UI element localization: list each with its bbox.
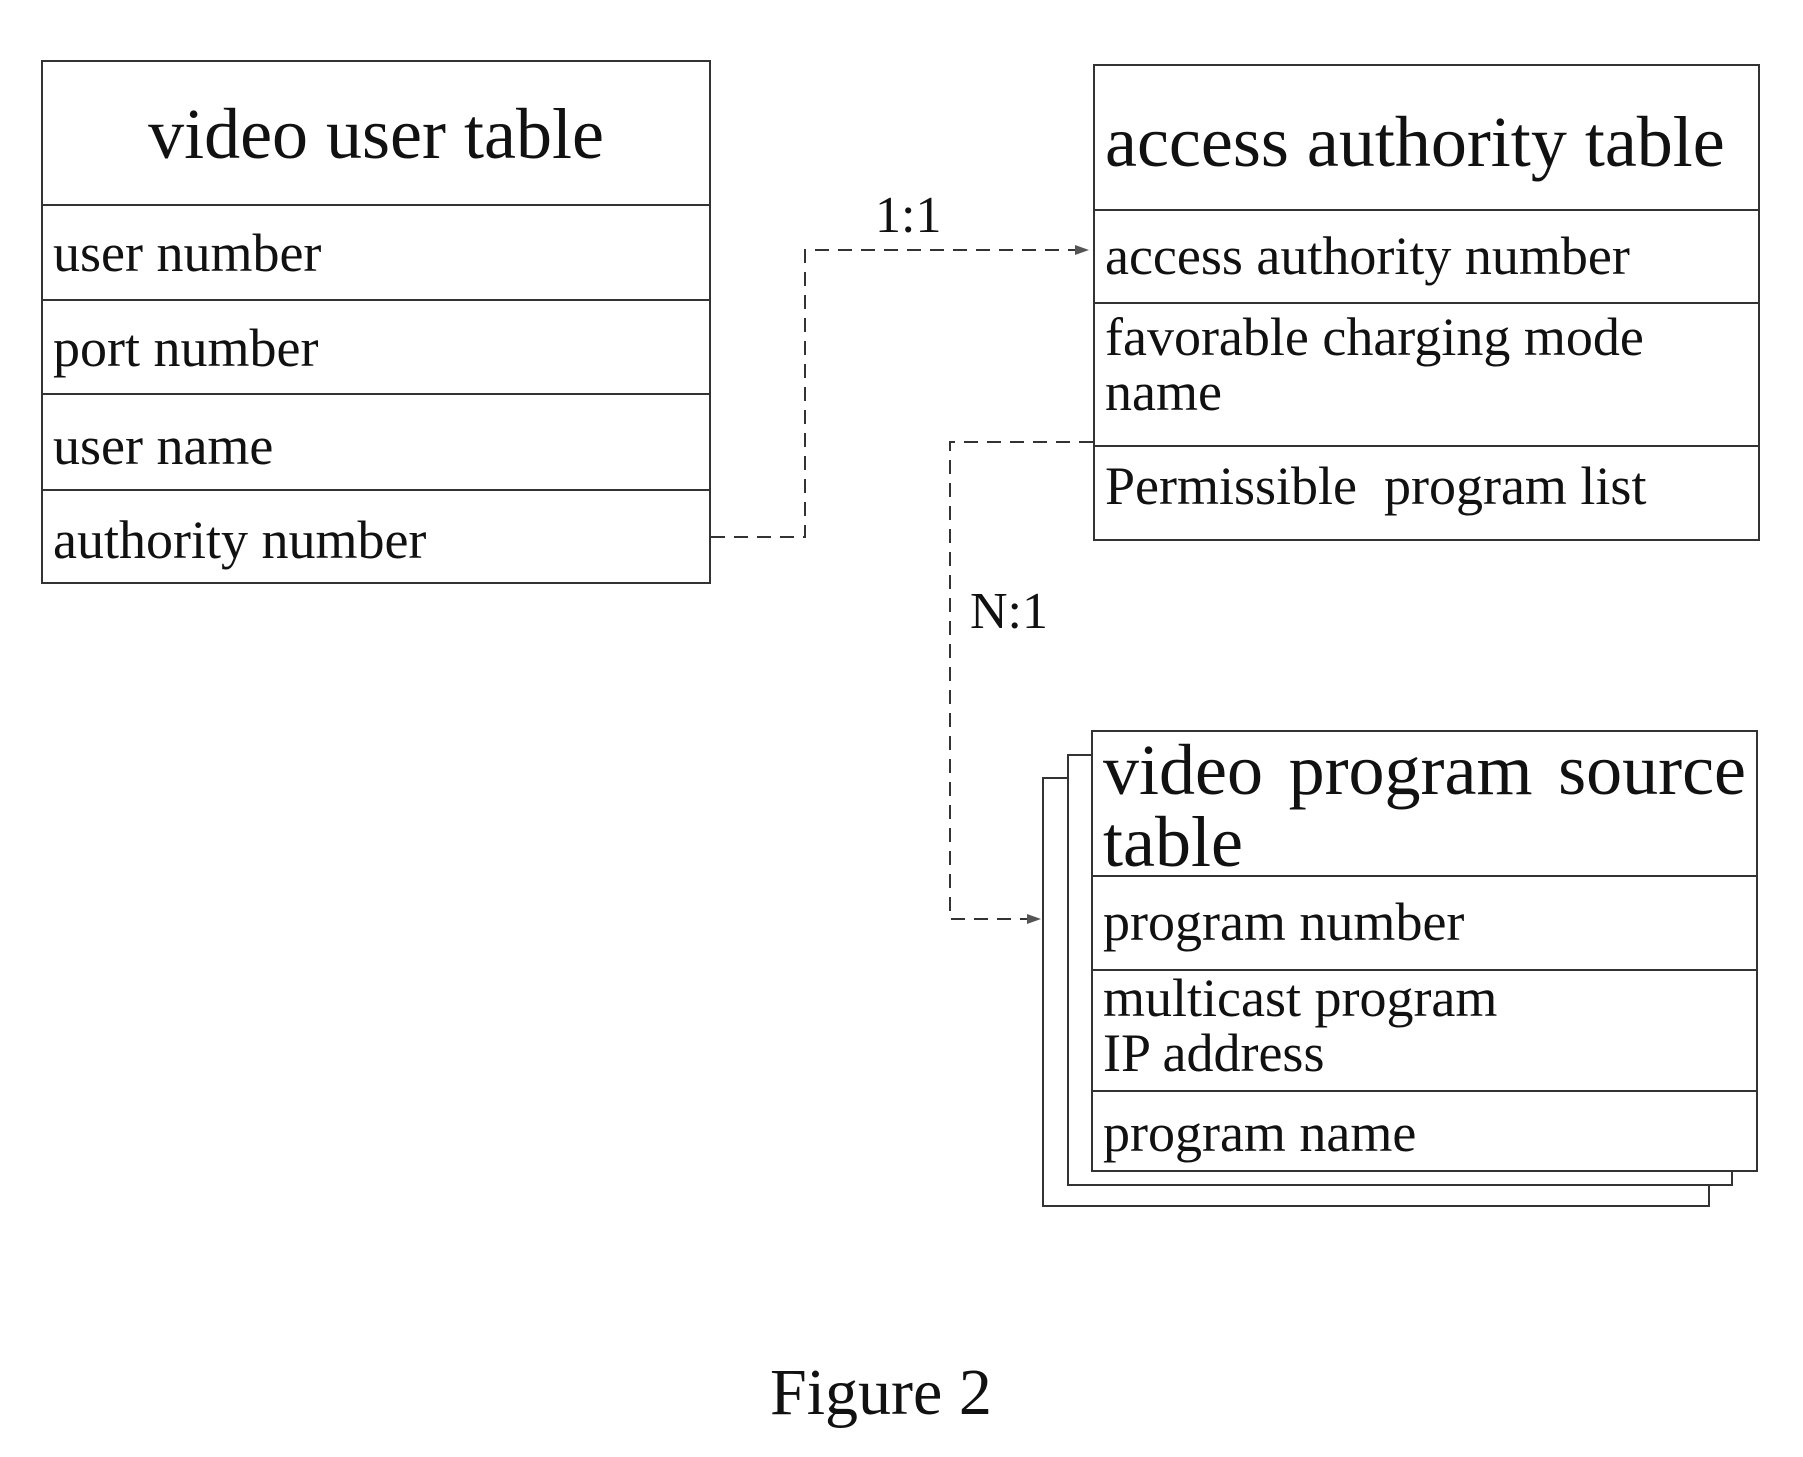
video-user-table: video user table user number port number… [41,60,711,584]
access-authority-field-row: Permissible program list [1095,445,1758,541]
figure-caption: Figure 2 [770,1356,992,1429]
field-port-number: port number [53,318,319,378]
field-access-authority-number: access authority number [1105,226,1630,286]
field-user-name: user name [53,416,274,476]
program-source-field-row: program name [1093,1090,1756,1172]
video-user-table-header: video user table [43,62,709,206]
access-authority-field-row: access authority number [1095,209,1758,304]
program-source-field-row: multicast program IP address [1093,969,1756,1092]
field-permissible-program-list: Permissible program list [1105,456,1647,516]
access-authority-table-header: access authority table [1095,66,1758,211]
access-authority-table-title: access authority table [1105,102,1725,182]
relation-1to1-label: 1:1 [875,187,942,244]
relation-1to1-line [711,245,1089,538]
video-program-source-table: video program source table program numbe… [1091,730,1758,1172]
program-source-table-title: video program source table [1103,730,1746,882]
video-user-field-row: authority number [43,489,709,584]
field-multicast-program-ip-address: multicast program IP address [1103,968,1498,1084]
field-favorable-charging-mode-name: favorable charging mode name [1105,307,1644,423]
video-user-field-row: user name [43,393,709,489]
video-user-field-row: port number [43,299,709,395]
field-program-number: program number [1103,892,1465,952]
relation-nto1-label: N:1 [970,583,1048,640]
video-user-field-row: user number [43,204,709,300]
field-program-name: program name [1103,1103,1417,1163]
program-source-table-header: video program source table [1093,730,1756,882]
field-authority-number: authority number [53,510,427,570]
access-authority-table: access authority table access authority … [1093,64,1760,541]
video-user-table-title: video user table [148,94,604,174]
field-user-number: user number [53,223,322,283]
program-source-field-row: program number [1093,875,1756,971]
access-authority-field-row: favorable charging mode name [1095,302,1758,447]
